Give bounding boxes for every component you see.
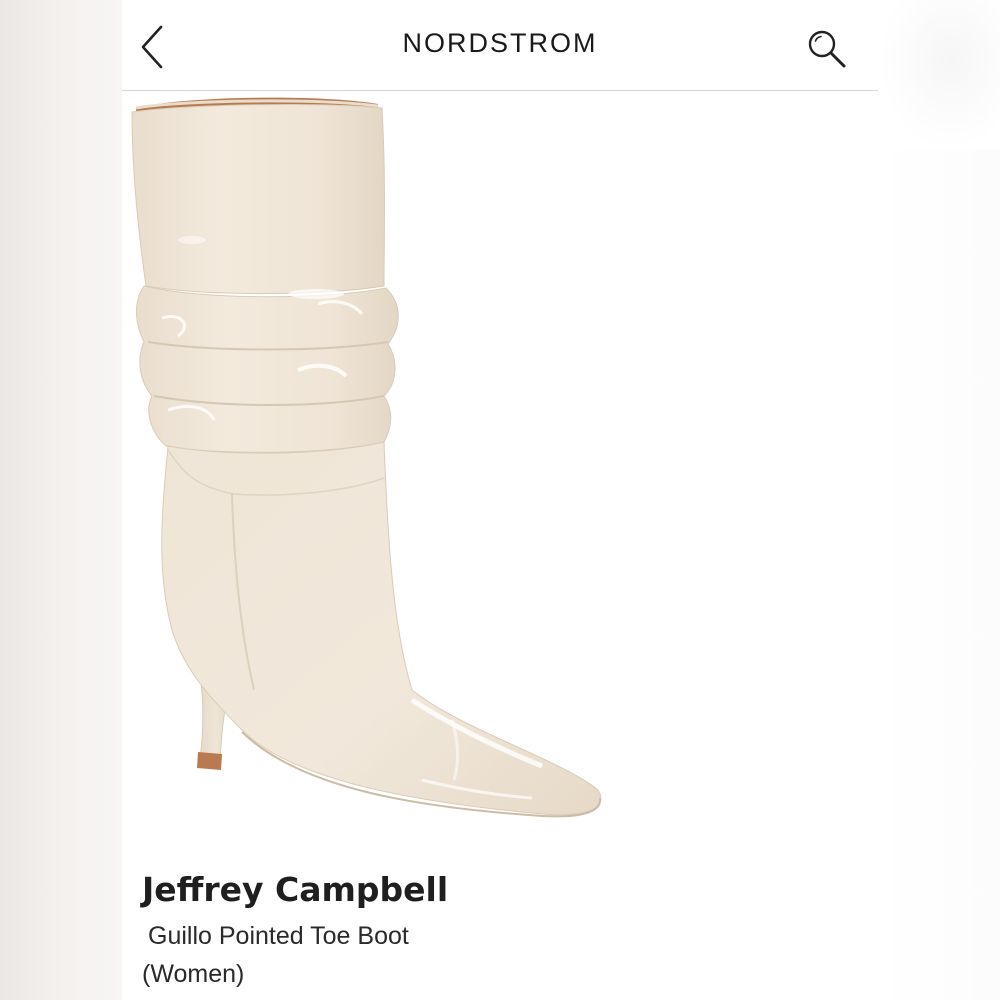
light-glow <box>878 0 1000 150</box>
product-brand[interactable]: Jeffrey Campbell <box>142 866 842 914</box>
product-page: NORDSTROM Jeffrey Campbell Guillo Pointe… <box>122 0 878 1000</box>
search-button[interactable] <box>804 26 850 72</box>
product-image[interactable] <box>122 90 682 850</box>
screen: NORDSTROM Jeffrey Campbell Guillo Pointe… <box>0 0 1000 1000</box>
top-nav-bar: NORDSTROM <box>122 0 878 91</box>
product-boot-image <box>131 97 602 818</box>
product-name[interactable]: Guillo Pointed Toe Boot <box>148 922 842 950</box>
blurred-right-background <box>878 0 1000 1000</box>
product-audience: (Women) <box>142 960 245 988</box>
blurred-left-background <box>0 0 122 1000</box>
product-info: Jeffrey Campbell Guillo Pointed Toe Boot… <box>142 866 842 988</box>
brand-logo[interactable]: NORDSTROM <box>122 28 878 59</box>
search-icon <box>808 30 846 68</box>
